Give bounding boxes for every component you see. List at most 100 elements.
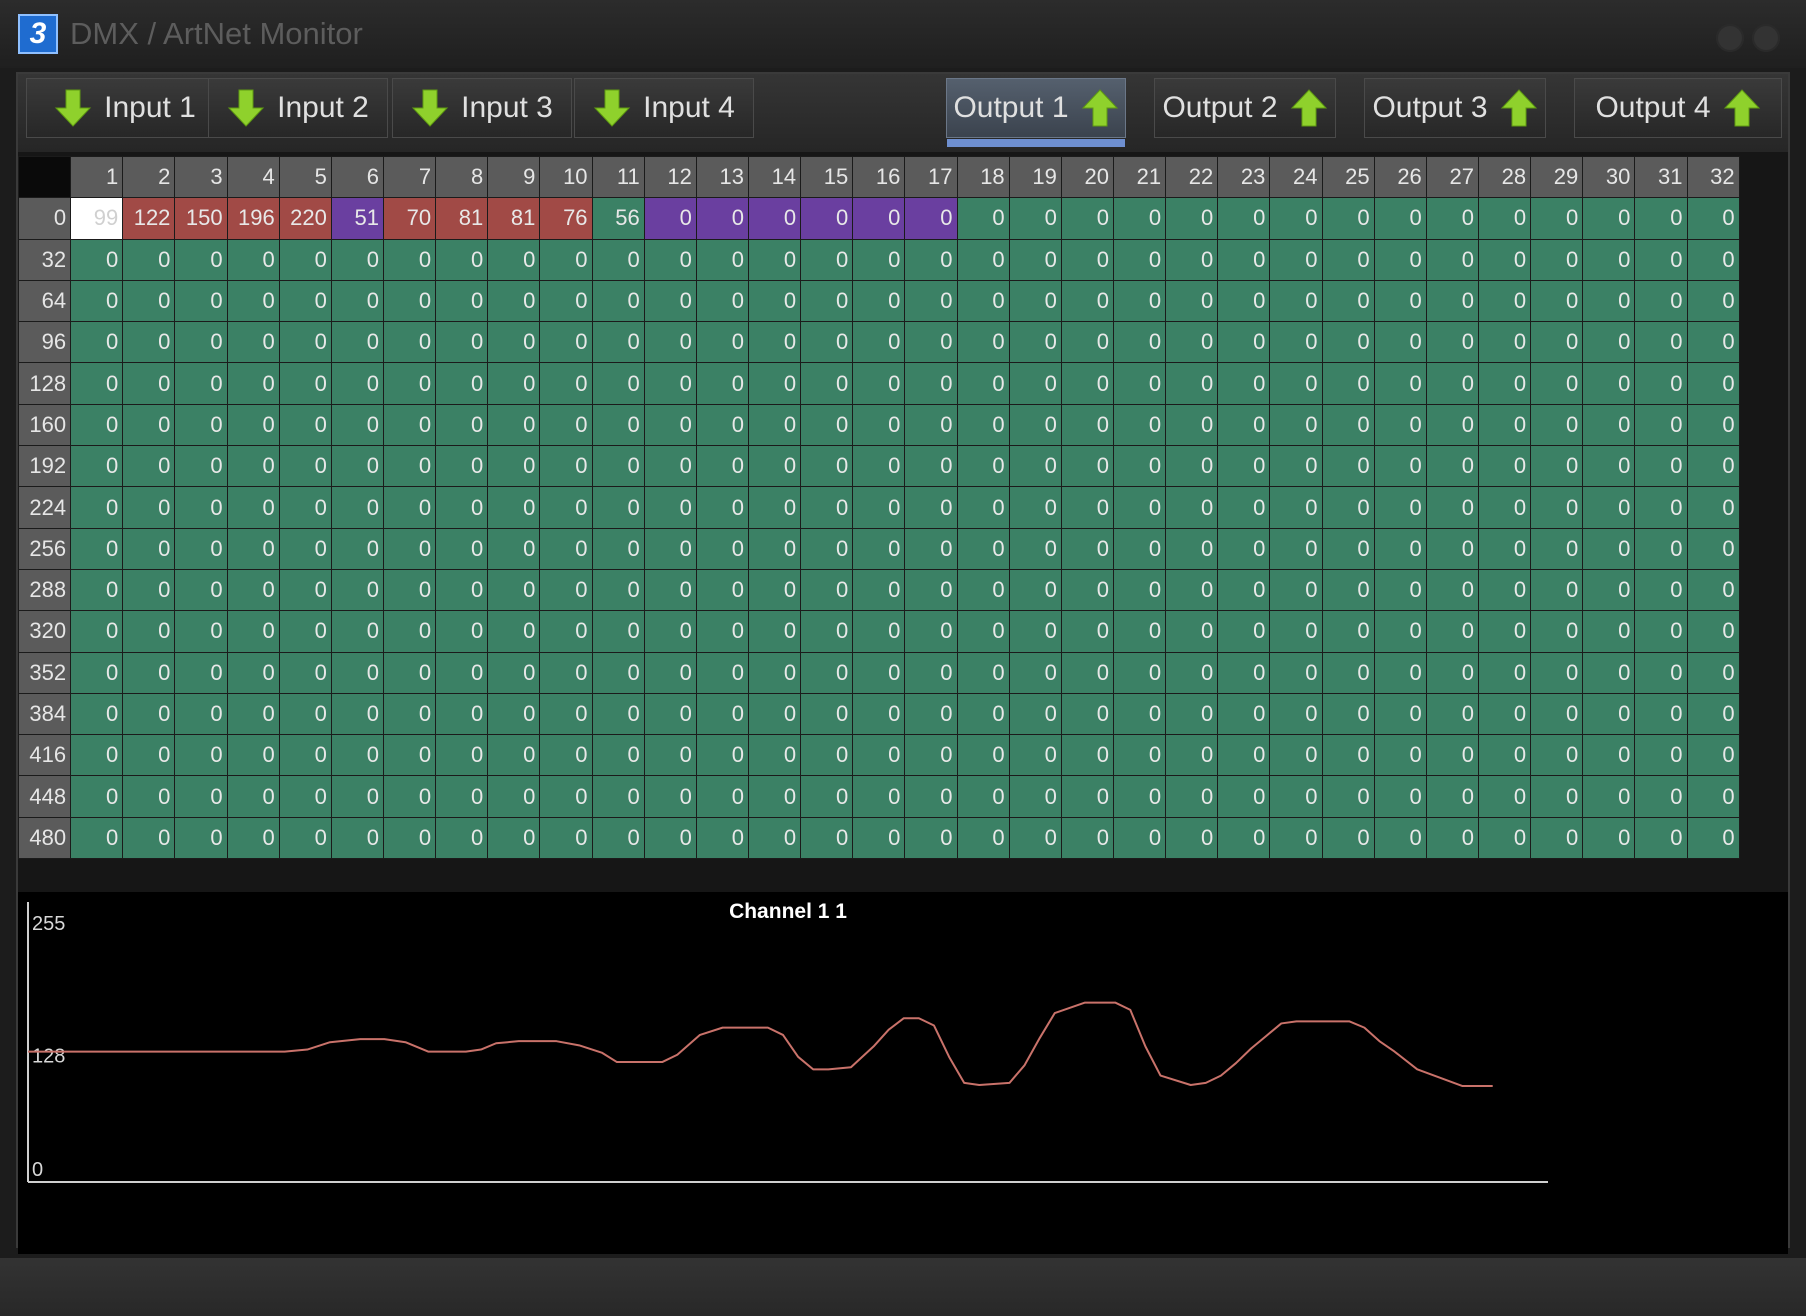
tab-input-3[interactable]: Input 3 [392, 78, 572, 138]
channel-cell[interactable]: 0 [1373, 568, 1427, 612]
channel-cell[interactable]: 0 [1269, 775, 1323, 818]
channel-cell[interactable]: 0 [122, 362, 176, 405]
channel-cell[interactable]: 0 [1634, 568, 1688, 612]
channel-cell[interactable]: 0 [591, 321, 645, 364]
channel-cell[interactable]: 0 [1112, 445, 1167, 488]
channel-cell[interactable]: 0 [695, 403, 749, 447]
channel-cell[interactable]: 0 [382, 610, 437, 653]
channel-cell[interactable]: 0 [1373, 734, 1427, 777]
channel-cell[interactable]: 0 [1060, 445, 1114, 488]
channel-cell[interactable]: 0 [591, 734, 645, 777]
channel-cell[interactable]: 0 [747, 197, 802, 240]
channel-cell[interactable]: 0 [539, 651, 593, 694]
channel-cell[interactable]: 70 [382, 197, 437, 240]
channel-cell[interactable]: 0 [70, 403, 124, 447]
channel-cell[interactable]: 0 [591, 362, 645, 405]
channel-cell[interactable]: 0 [1686, 362, 1740, 405]
channel-cell[interactable]: 0 [1165, 238, 1219, 281]
channel-cell[interactable]: 0 [122, 527, 176, 570]
channel-cell[interactable]: 0 [539, 238, 593, 281]
channel-cell[interactable]: 0 [1269, 445, 1323, 488]
channel-cell[interactable]: 0 [904, 445, 958, 488]
channel-cell[interactable]: 0 [904, 279, 958, 323]
channel-cell[interactable]: 0 [1321, 403, 1375, 447]
channel-cell[interactable]: 0 [1321, 321, 1375, 364]
channel-cell[interactable]: 0 [747, 775, 802, 818]
channel-cell[interactable]: 0 [1477, 816, 1532, 860]
channel-cell[interactable]: 0 [330, 279, 384, 323]
channel-cell[interactable]: 0 [226, 321, 280, 364]
channel-cell[interactable]: 0 [591, 651, 645, 694]
channel-cell[interactable]: 0 [1008, 527, 1062, 570]
channel-cell[interactable]: 0 [330, 445, 384, 488]
channel-cell[interactable]: 0 [1217, 816, 1271, 860]
channel-cell[interactable]: 0 [1582, 486, 1636, 529]
channel-cell[interactable]: 0 [539, 734, 593, 777]
channel-cell[interactable]: 0 [70, 775, 124, 818]
channel-cell[interactable]: 0 [1112, 692, 1167, 736]
channel-cell[interactable]: 0 [1165, 610, 1219, 653]
channel-cell[interactable]: 0 [330, 362, 384, 405]
channel-cell[interactable]: 0 [1112, 486, 1167, 529]
channel-cell[interactable]: 0 [904, 403, 958, 447]
channel-cell[interactable]: 0 [487, 279, 541, 323]
channel-cell[interactable]: 0 [800, 610, 854, 653]
channel-cell[interactable]: 0 [1686, 197, 1740, 240]
channel-cell[interactable]: 0 [1477, 486, 1532, 529]
channel-cell[interactable]: 0 [1060, 279, 1114, 323]
channel-cell[interactable]: 0 [956, 445, 1010, 488]
channel-cell[interactable]: 0 [1373, 403, 1427, 447]
close-button[interactable] [1752, 24, 1780, 52]
channel-cell[interactable]: 0 [1217, 568, 1271, 612]
channel-cell[interactable]: 0 [800, 651, 854, 694]
channel-cell[interactable]: 0 [1477, 321, 1532, 364]
channel-cell[interactable]: 0 [1217, 651, 1271, 694]
channel-cell[interactable]: 0 [1425, 197, 1479, 240]
channel-cell[interactable]: 0 [1477, 527, 1532, 570]
channel-cell[interactable]: 0 [1425, 610, 1479, 653]
channel-cell[interactable]: 0 [278, 403, 332, 447]
channel-cell[interactable]: 0 [1321, 651, 1375, 694]
channel-cell[interactable]: 0 [487, 445, 541, 488]
channel-cell[interactable]: 0 [226, 486, 280, 529]
channel-cell[interactable]: 0 [435, 527, 489, 570]
channel-cell[interactable]: 0 [1686, 238, 1740, 281]
channel-cell[interactable]: 0 [747, 610, 802, 653]
channel-cell[interactable]: 0 [1112, 734, 1167, 777]
channel-cell[interactable]: 0 [1008, 362, 1062, 405]
channel-cell[interactable]: 0 [643, 816, 697, 860]
channel-cell[interactable]: 0 [122, 816, 176, 860]
channel-cell[interactable]: 0 [278, 238, 332, 281]
channel-cell[interactable]: 0 [956, 651, 1010, 694]
channel-cell[interactable]: 0 [1165, 321, 1219, 364]
channel-cell[interactable]: 0 [1530, 279, 1584, 323]
channel-cell[interactable]: 0 [852, 568, 906, 612]
channel-cell[interactable]: 0 [1112, 197, 1167, 240]
channel-cell[interactable]: 0 [1112, 568, 1167, 612]
channel-cell[interactable]: 0 [956, 486, 1010, 529]
channel-cell[interactable]: 0 [1477, 238, 1532, 281]
channel-cell[interactable]: 0 [800, 445, 854, 488]
channel-cell[interactable]: 0 [487, 568, 541, 612]
channel-cell[interactable]: 220 [278, 197, 332, 240]
channel-cell[interactable]: 0 [122, 445, 176, 488]
channel-cell[interactable]: 0 [1321, 775, 1375, 818]
channel-cell[interactable]: 0 [904, 362, 958, 405]
channel-cell[interactable]: 0 [1477, 692, 1532, 736]
tab-input-2[interactable]: Input 2 [208, 78, 388, 138]
channel-cell[interactable]: 0 [122, 775, 176, 818]
channel-cell[interactable]: 0 [643, 527, 697, 570]
channel-cell[interactable]: 0 [852, 816, 906, 860]
channel-cell[interactable]: 0 [1008, 775, 1062, 818]
channel-cell[interactable]: 0 [278, 527, 332, 570]
channel-cell[interactable]: 0 [1165, 362, 1219, 405]
channel-cell[interactable]: 0 [956, 775, 1010, 818]
channel-cell[interactable]: 0 [487, 486, 541, 529]
channel-cell[interactable]: 0 [904, 321, 958, 364]
channel-cell[interactable]: 0 [1165, 527, 1219, 570]
channel-cell[interactable]: 0 [695, 362, 749, 405]
channel-cell[interactable]: 0 [330, 527, 384, 570]
channel-cell[interactable]: 0 [1217, 279, 1271, 323]
channel-cell[interactable]: 0 [435, 279, 489, 323]
channel-cell[interactable]: 0 [122, 486, 176, 529]
